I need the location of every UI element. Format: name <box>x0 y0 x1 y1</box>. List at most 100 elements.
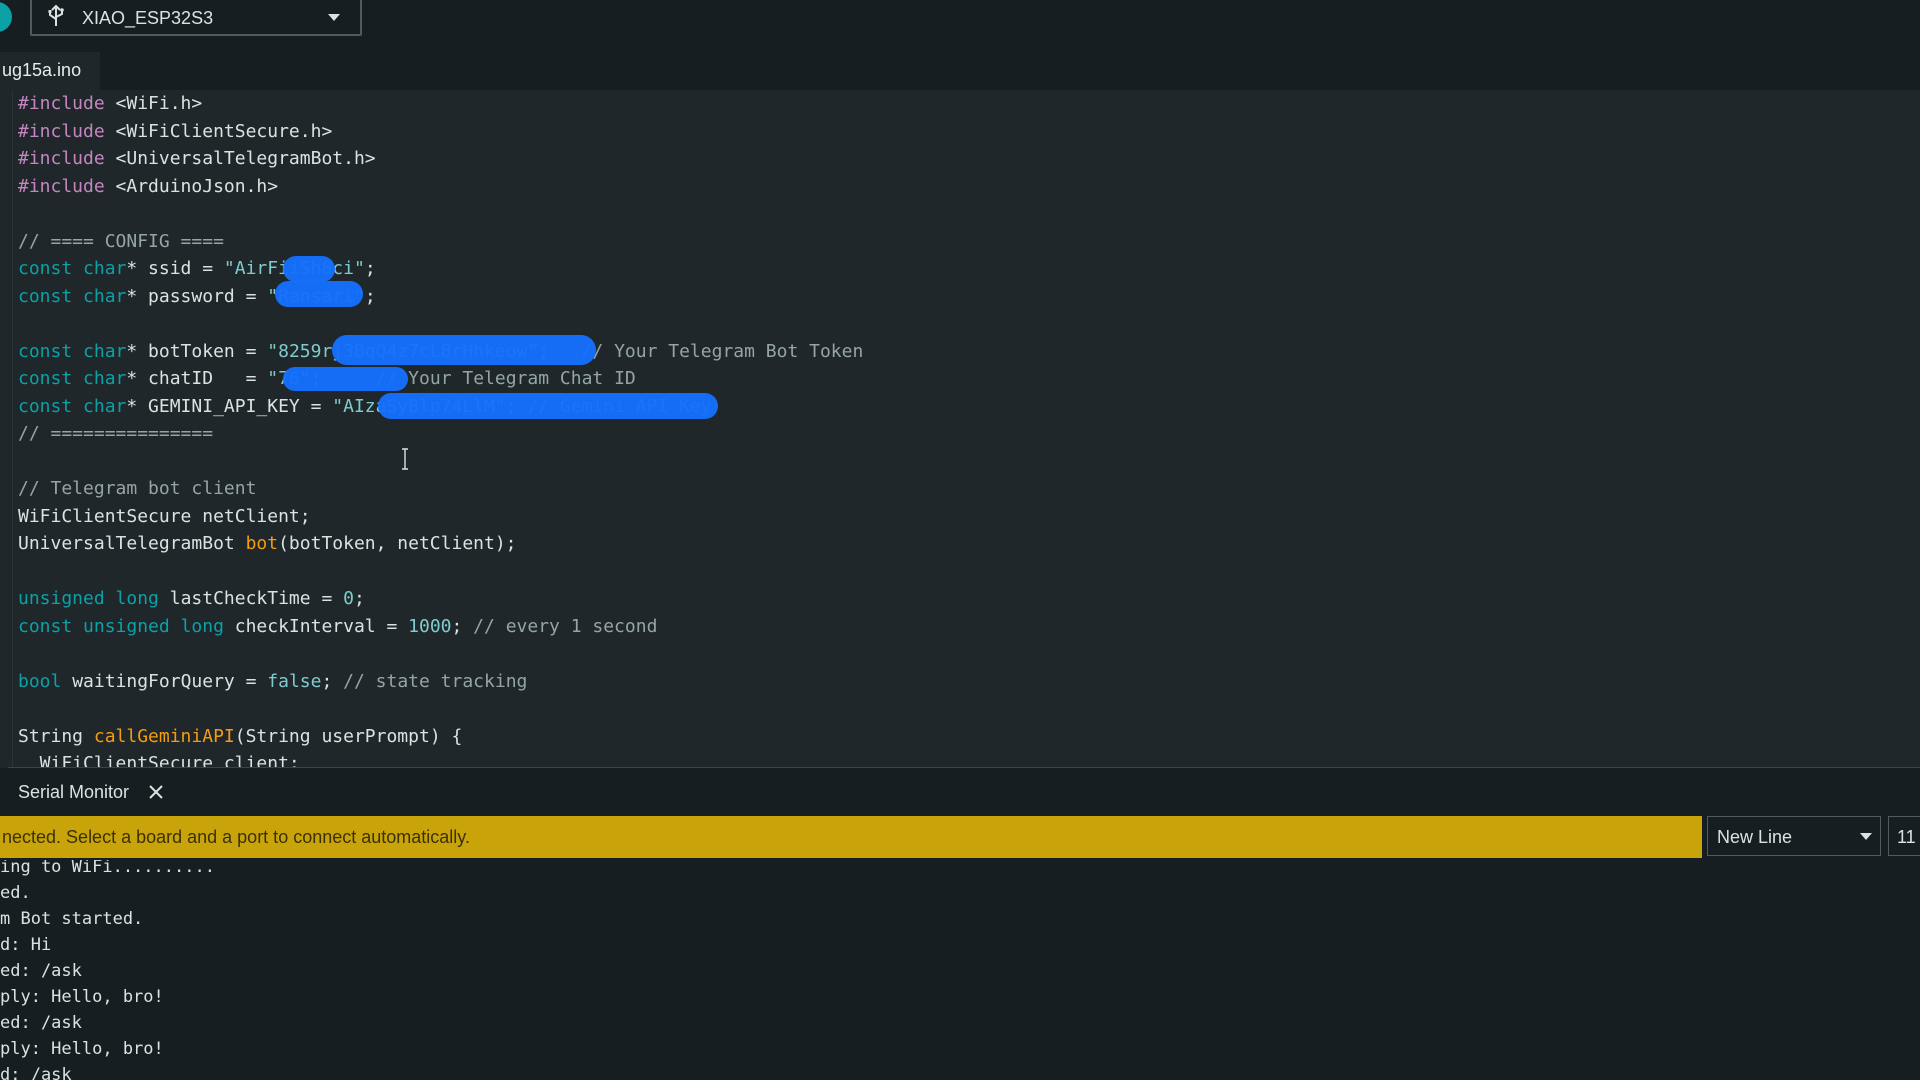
serial-output-lines: ing to WiFi.......... ed. m Bot started. d:… <box>0 860 215 1080</box>
code-token: ; <box>451 615 463 637</box>
usb-icon <box>48 4 64 26</box>
code-area[interactable]: #include <WiFi.h> #include <WiFiClientSec… <box>18 90 1908 768</box>
serial-monitor-toolbar: nected. Select a board and a port to con… <box>0 816 1920 860</box>
redaction-mark <box>378 393 718 419</box>
code-token: (botToken, netClient); <box>278 533 517 554</box>
serial-output[interactable]: ing to WiFi.......... ed. m Bot started. d:… <box>0 860 1920 1080</box>
code-token: #include <box>18 93 105 114</box>
code-token: const char <box>18 368 127 389</box>
code-editor[interactable]: #include <WiFi.h> #include <WiFiClientSec… <box>0 90 1920 768</box>
code-token: #include <box>18 120 105 142</box>
baud-rate-select[interactable]: 11 <box>1888 816 1920 856</box>
code-token: ; <box>321 670 333 692</box>
code-token: <ArduinoJson.h> <box>104 175 279 197</box>
top-toolbar: XIAO_ESP32S3 <box>0 0 1920 38</box>
code-line: // Telegram bot client <box>18 475 1908 503</box>
tab-serial-monitor[interactable]: Serial Monitor <box>18 782 129 803</box>
code-line: // ==== CONFIG ==== <box>18 228 1908 256</box>
code-token: <WiFi.h> <box>104 93 203 114</box>
line-ending-select[interactable]: New Line <box>1707 816 1881 856</box>
board-selector[interactable]: XIAO_ESP32S3 <box>30 0 362 36</box>
code-token: const unsigned long <box>18 615 224 637</box>
serial-line: m Bot started. <box>0 909 144 929</box>
file-tab-bar: ug15a.ino <box>0 52 1920 90</box>
code-line: #include <WiFiClientSecure.h> <box>18 118 1908 146</box>
close-icon[interactable] <box>146 782 166 802</box>
code-token: 1000 <box>408 615 452 637</box>
code-line: unsigned long lastCheckTime = 0; <box>18 585 1908 613</box>
code-token: WiFiClientSecure client; <box>18 753 300 768</box>
code-token: #include <box>18 148 105 169</box>
code-token: const char <box>18 285 127 307</box>
code-line: const unsigned long checkInterval = 1000… <box>18 613 1908 641</box>
code-token: * password = <box>126 285 268 307</box>
code-token: // ==== CONFIG ==== <box>18 230 224 252</box>
code-token: <WiFiClientSecure.h> <box>104 120 333 142</box>
code-token: const char <box>18 340 127 362</box>
code-token: 0 <box>343 588 354 609</box>
code-token: callGeminiAPI <box>93 725 235 747</box>
serial-monitor-header: Serial Monitor <box>0 770 1920 816</box>
chevron-down-icon <box>328 14 340 21</box>
code-token: const char <box>18 258 127 279</box>
code-token: lastCheckTime = <box>158 588 344 609</box>
code-line: #include <ArduinoJson.h> <box>18 173 1908 201</box>
code-token: // state tracking <box>332 670 528 692</box>
code-token: // =============== <box>18 423 214 444</box>
not-connected-message: nected. Select a board and a port to con… <box>2 827 470 847</box>
redaction-mark <box>332 335 596 365</box>
redaction-mark <box>275 281 363 307</box>
serial-line: d: Hi <box>0 935 52 955</box>
code-token: bool <box>18 670 62 692</box>
code-token: ; <box>353 588 365 609</box>
panel-divider[interactable] <box>8 767 1920 768</box>
board-name: XIAO_ESP32S3 <box>82 8 214 28</box>
upload-button[interactable] <box>0 2 12 32</box>
serial-line: ed. <box>0 883 31 903</box>
code-token: * ssid = <box>126 258 224 279</box>
code-token: <UniversalTelegramBot.h> <box>104 148 376 169</box>
serial-line: ply: Hello, bro! <box>0 1039 164 1059</box>
code-token: ; <box>364 285 376 307</box>
code-token: const char <box>18 395 127 417</box>
code-line: #include <WiFi.h> <box>18 90 1908 118</box>
editor-gutter <box>0 90 13 768</box>
code-token: (String userPrompt) { <box>234 725 463 747</box>
code-line: const char* botToken = "8259rj3BqQ4z7cL8… <box>18 338 1908 366</box>
code-token: false <box>267 670 322 692</box>
code-token: WiFiClientSecure netClient; <box>18 505 311 527</box>
code-line: bool waitingForQuery = false; // state t… <box>18 668 1908 696</box>
code-line: // =============== <box>18 420 1908 448</box>
serial-line: ed: /ask <box>0 1013 82 1033</box>
code-token: UniversalTelegramBot <box>18 533 246 554</box>
code-line: WiFiClientSecure client; <box>18 750 1908 768</box>
code-token: waitingForQuery = <box>61 670 268 692</box>
text-cursor-icon <box>402 448 408 470</box>
code-line: WiFiClientSecure netClient; <box>18 503 1908 531</box>
serial-line: ing to WiFi.......... <box>0 860 215 877</box>
code-line: const char* GEMINI_API_KEY = "AIzaSyBlp7… <box>18 393 1908 421</box>
code-token: "AirFi <box>223 258 289 279</box>
serial-line: ed: /ask <box>0 961 82 981</box>
code-token: bot <box>245 533 279 554</box>
baud-rate-value: 11 <box>1897 827 1916 847</box>
code-token: String <box>18 725 94 747</box>
line-ending-value: New Line <box>1717 827 1793 847</box>
code-token: ; <box>364 258 376 279</box>
redaction-mark <box>283 367 408 391</box>
code-token: * GEMINI_API_KEY = <box>126 395 333 417</box>
code-line: UniversalTelegramBot bot(botToken, netCl… <box>18 530 1908 558</box>
message-input-banner[interactable]: nected. Select a board and a port to con… <box>0 816 1702 858</box>
code-token: unsigned long <box>18 588 159 609</box>
code-line: String callGeminiAPI(String userPrompt) … <box>18 723 1908 751</box>
code-token: "8259 <box>267 340 322 362</box>
code-token: // Your Telegram Bot Token <box>549 340 864 362</box>
tab-label: ug15a.ino <box>2 60 82 80</box>
tab-sketch-file[interactable]: ug15a.ino <box>0 52 100 90</box>
code-line: #include <UniversalTelegramBot.h> <box>18 145 1908 173</box>
